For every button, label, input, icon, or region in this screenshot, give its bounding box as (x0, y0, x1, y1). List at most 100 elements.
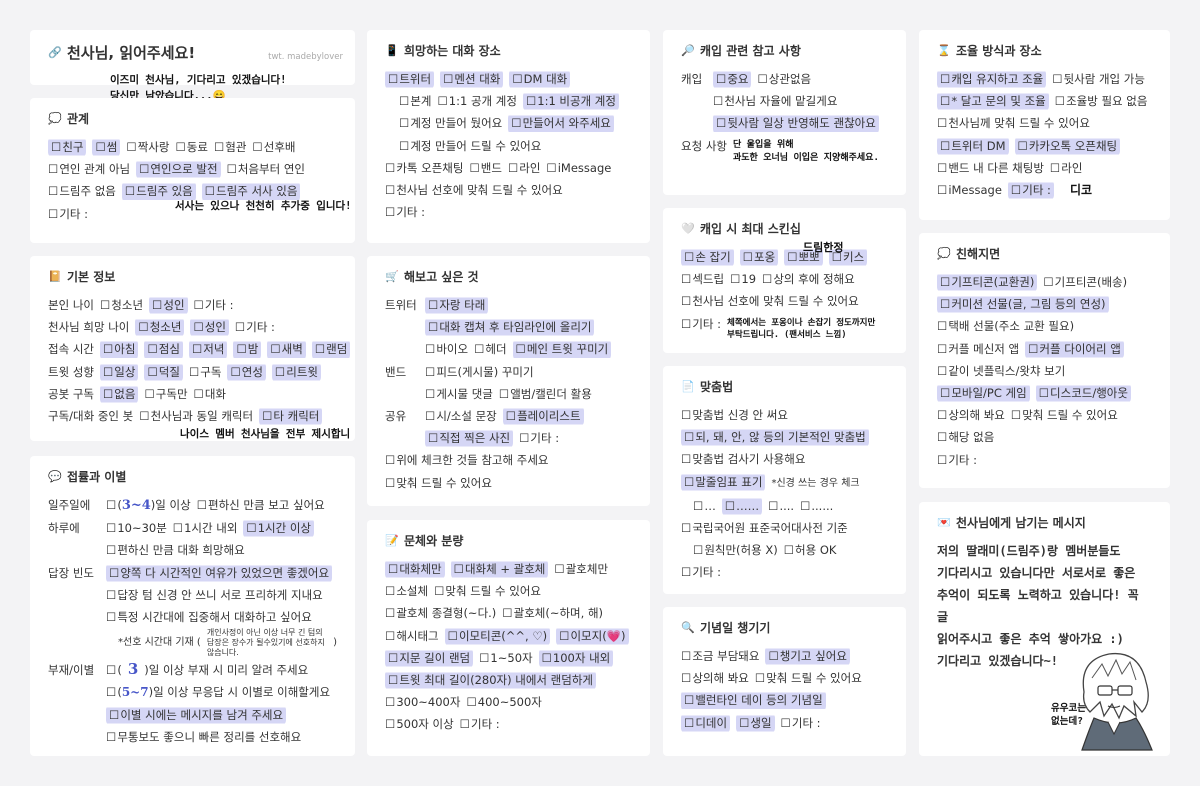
option-fandom[interactable]: 덕질 (144, 360, 183, 383)
option-colleague[interactable]: 동료 (175, 136, 208, 158)
option-commission[interactable]: 커미션 선물(글, 그림 등의 연성) (937, 293, 1109, 316)
option-can-make-account[interactable]: 계정 만들어 드릴 수 있어요 (399, 135, 541, 157)
option-dm[interactable]: DM 대화 (509, 68, 571, 91)
option-19[interactable]: 19 (730, 268, 756, 290)
option-no-response[interactable]: (5~7)일 이상 무응답 시 이별로 이해할게요 (106, 681, 330, 703)
option-bracket-da[interactable]: 괄호체 종결형(~다.) (385, 602, 496, 624)
option-capture-post[interactable]: 대화 캡쳐 후 타임라인에 올리기 (425, 316, 595, 339)
option-adult[interactable]: 성인 (149, 294, 188, 317)
option-emoji[interactable]: 이모지(💗) (556, 624, 629, 647)
option-gifticon[interactable]: 기프티콘(교환권) (937, 271, 1038, 294)
option-standard-dictionary[interactable]: 국립국어원 표준국어대사전 기준 (681, 517, 847, 539)
option-other-character[interactable]: 타 캐릭터 (259, 405, 323, 428)
option-etc[interactable]: 기타 : (1007, 179, 1054, 202)
option-specific-time[interactable]: 특정 시간대에 집중해서 대화하고 싶어요 (106, 606, 311, 628)
option-dawn[interactable]: 새벽 (267, 338, 306, 361)
option-hug[interactable]: 포옹 (739, 246, 779, 269)
option-both-time[interactable]: 양쪽 다 시간적인 여유가 있었으면 좋겠어요 (106, 561, 333, 584)
option-dialogue-only[interactable]: 대화체만 (385, 558, 445, 581)
option-photo[interactable]: 직접 찍은 사진 (425, 427, 514, 450)
option-can-match[interactable]: 맞춰 드릴 수 있어요 (755, 667, 862, 689)
option-allow-ok[interactable]: 허용 OK (784, 539, 836, 561)
option-kakao-open[interactable]: 카카오톡 오픈채팅 (1014, 134, 1121, 157)
option-ellipsis[interactable]: 말줄임표 표기 (681, 470, 766, 493)
option-within-1h[interactable]: 1시간 내외 (173, 517, 237, 539)
option-can-match[interactable]: 맞춰 드릴 수 있어요 (1011, 404, 1118, 426)
option-random-length[interactable]: 지문 길이 랜덤 (385, 646, 474, 670)
option-game[interactable]: 모바일/PC 게임 (937, 382, 1030, 405)
option-twitter-dm[interactable]: 트위터 DM (937, 134, 1009, 157)
option-lovers-from-start[interactable]: 처음부터 연인 (227, 158, 305, 180)
option-mark-1[interactable]: … (693, 495, 716, 517)
option-not-lovers[interactable]: 연인 관계 아님 (48, 158, 130, 180)
option-1-50[interactable]: 1~50자 (479, 647, 532, 669)
option-retweet[interactable]: 리트윗 (271, 360, 321, 383)
option-hold-hands[interactable]: 손 잡기 (681, 246, 734, 269)
option-match-preference[interactable]: 천사님 선호에 맞춰 드릴 수 있어요 (681, 290, 858, 312)
option-imessage[interactable]: iMessage (546, 157, 612, 179)
option-some[interactable]: 썸 (92, 136, 121, 159)
option-leave-message[interactable]: 이별 시에는 메시지를 남겨 주세요 (106, 703, 287, 726)
option-novel[interactable]: 소설체 (385, 580, 428, 602)
option-etc[interactable]: 기타 : (937, 449, 977, 471)
option-discuss[interactable]: 상의해 봐요 (937, 404, 1005, 426)
option-no-dream[interactable]: 드림주 없음 (48, 180, 116, 202)
option-daily[interactable]: 일상 (99, 360, 139, 383)
option-teen[interactable]: 청소년 (100, 294, 143, 316)
option-comments[interactable]: 게시물 댓글 (425, 383, 493, 405)
option-can-match[interactable]: 맞춰 드릴 수 있어요 (385, 472, 492, 494)
option-gifticon-delivery[interactable]: 기프티콘(배송) (1043, 271, 1127, 293)
option-bio[interactable]: 바이오 (425, 338, 468, 360)
option-feed[interactable]: 피드(게시물) 꾸미기 (425, 361, 533, 383)
option-as-you-like[interactable]: 편하신 만큼 보고 싶어요 (197, 494, 325, 516)
option-main-tweet[interactable]: 메인 트윗 꾸미기 (512, 338, 612, 361)
option-discuss[interactable]: 상의 후에 정해요 (762, 268, 854, 290)
option-keep-cap[interactable]: 캐입 유지하고 조율 (937, 68, 1047, 91)
option-birthday[interactable]: 생일 (736, 711, 775, 734)
option-sex-joke[interactable]: 섹드립 (681, 268, 724, 290)
option-couple-messenger[interactable]: 커플 메신저 앱 (937, 338, 1019, 360)
option-want-celebrate[interactable]: 챙기고 싶어요 (765, 645, 850, 668)
option-private-account[interactable]: 1:1 비공개 계정 (522, 90, 619, 113)
option-doesnt-matter[interactable]: 상관없음 (757, 68, 811, 90)
option-fanwork[interactable]: 연성 (227, 360, 266, 383)
option-etc[interactable]: 기타 : (194, 294, 234, 316)
option-playlist[interactable]: 플레이리스트 (502, 405, 584, 428)
option-line[interactable]: 라인 (1050, 157, 1082, 179)
option-night[interactable]: 밤 (233, 338, 262, 361)
option-dday[interactable]: 디데이 (681, 711, 731, 734)
option-280[interactable]: 트윗 최대 길이(280자) 내에서 랜덤하게 (385, 669, 596, 692)
option-mention[interactable]: 멘션 대화 (440, 68, 504, 91)
option-parcel[interactable]: 택배 선물(주소 교환 필요) (937, 315, 1074, 337)
option-senior[interactable]: 선후배 (252, 136, 296, 158)
option-discuss[interactable]: 상의해 봐요 (681, 667, 749, 689)
option-etc[interactable]: 기타 : (385, 201, 425, 223)
option-etc[interactable]: 기타 : (235, 316, 275, 338)
option-same-character[interactable]: 천사님과 동일 캐릭터 (139, 405, 254, 427)
option-important[interactable]: 중요 (713, 68, 752, 91)
option-subscribe-only[interactable]: 구독만 (144, 383, 188, 405)
option-poem[interactable]: 시/소설 문장 (425, 405, 496, 427)
option-rival[interactable]: 혐관 (214, 136, 246, 158)
option-over-1h[interactable]: 1시간 이상 (243, 517, 315, 540)
option-kakao[interactable]: 카톡 오픈채팅 (385, 157, 463, 179)
option-imessage[interactable]: iMessage (937, 179, 1002, 201)
option-line[interactable]: 라인 (508, 157, 540, 179)
option-free[interactable]: 답장 텀 신경 안 쓰니 서로 프리하게 지내요 (106, 584, 322, 606)
option-chat[interactable]: 대화 (194, 383, 226, 405)
option-autonomy[interactable]: 천사님 자율에 맡길게요 (713, 90, 837, 112)
option-dialogue-bracket[interactable]: 대화체 + 괄호체 (450, 558, 549, 581)
option-band[interactable]: 밴드 (469, 157, 502, 179)
option-none[interactable]: 해당 없음 (937, 426, 994, 448)
option-mark-4[interactable]: ...... (800, 495, 833, 517)
option-evening[interactable]: 저녁 (188, 338, 228, 361)
option-make-account[interactable]: 만들어서 와주세요 (508, 112, 614, 135)
option-noon[interactable]: 점심 (144, 338, 183, 361)
option-burden[interactable]: 조금 부담돼요 (681, 645, 759, 667)
option-crush[interactable]: 짝사랑 (126, 136, 170, 158)
option-header[interactable]: 헤더 (474, 338, 506, 360)
option-etc[interactable]: 기타 : (460, 713, 500, 735)
option-principle-only[interactable]: 원칙만(허용 X) (693, 539, 777, 561)
option-match-preference[interactable]: 천사님 선호에 맞춰 드릴 수 있어요 (385, 179, 562, 201)
option-100[interactable]: 100자 내외 (538, 646, 614, 670)
